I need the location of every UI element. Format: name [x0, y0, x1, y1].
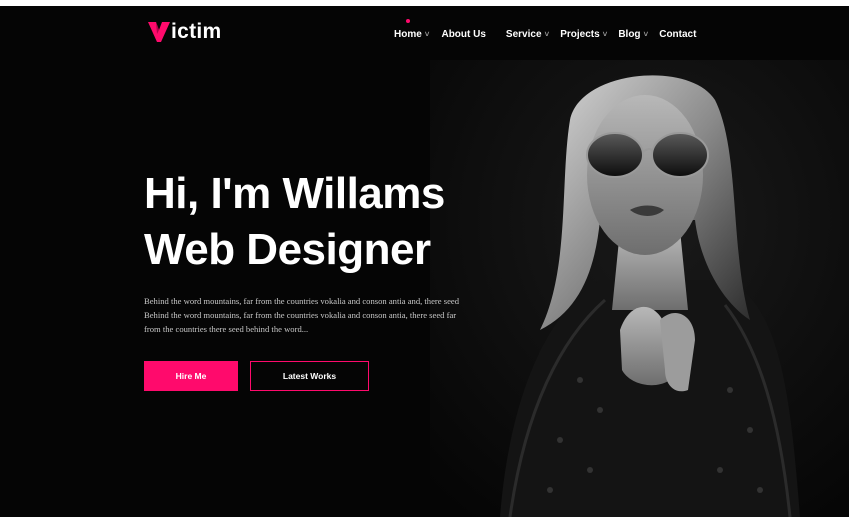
hero-title: Hi, I'm Willams Web Designer [144, 166, 445, 278]
active-indicator-dot [406, 19, 410, 23]
chevron-down-icon: ˅ [424, 29, 430, 39]
main-nav: Home ˅ About Us Service ˅ Projects ˅ Blo… [394, 19, 696, 43]
nav-item-label: Contact [659, 28, 697, 40]
hire-me-button[interactable]: Hire Me [144, 361, 238, 391]
browser-top-band [0, 0, 849, 6]
hero-title-line2: Web Designer [144, 225, 431, 274]
nav-item-about-us[interactable]: About Us [441, 25, 485, 43]
logo-v-icon [148, 22, 170, 42]
chevron-down-icon: ˅ [602, 29, 608, 39]
nav-item-label: About Us [441, 28, 486, 40]
hero-title-line1: Hi, I'm Willams [144, 169, 445, 218]
nav-item-label: Projects [560, 28, 600, 40]
latest-works-button[interactable]: Latest Works [250, 361, 369, 391]
nav-item-projects[interactable]: Projects ˅ [560, 25, 607, 43]
chevron-down-icon: ˅ [544, 29, 550, 39]
nav-item-contact[interactable]: Contact [659, 25, 696, 43]
hero-portrait-image [430, 60, 849, 517]
site-logo[interactable]: ictim [148, 20, 222, 44]
hero-description: Behind the word mountains, far from the … [144, 296, 460, 334]
nav-item-blog[interactable]: Blog ˅ [618, 25, 648, 43]
chevron-down-icon: ˅ [643, 29, 649, 39]
nav-item-home[interactable]: Home ˅ [394, 19, 430, 43]
nav-item-label: Service [505, 28, 542, 40]
nav-item-label: Home [394, 28, 422, 40]
nav-item-label: Blog [618, 28, 641, 40]
nav-item-service[interactable]: Service ˅ [506, 25, 549, 43]
logo-text: ictim [171, 20, 222, 43]
